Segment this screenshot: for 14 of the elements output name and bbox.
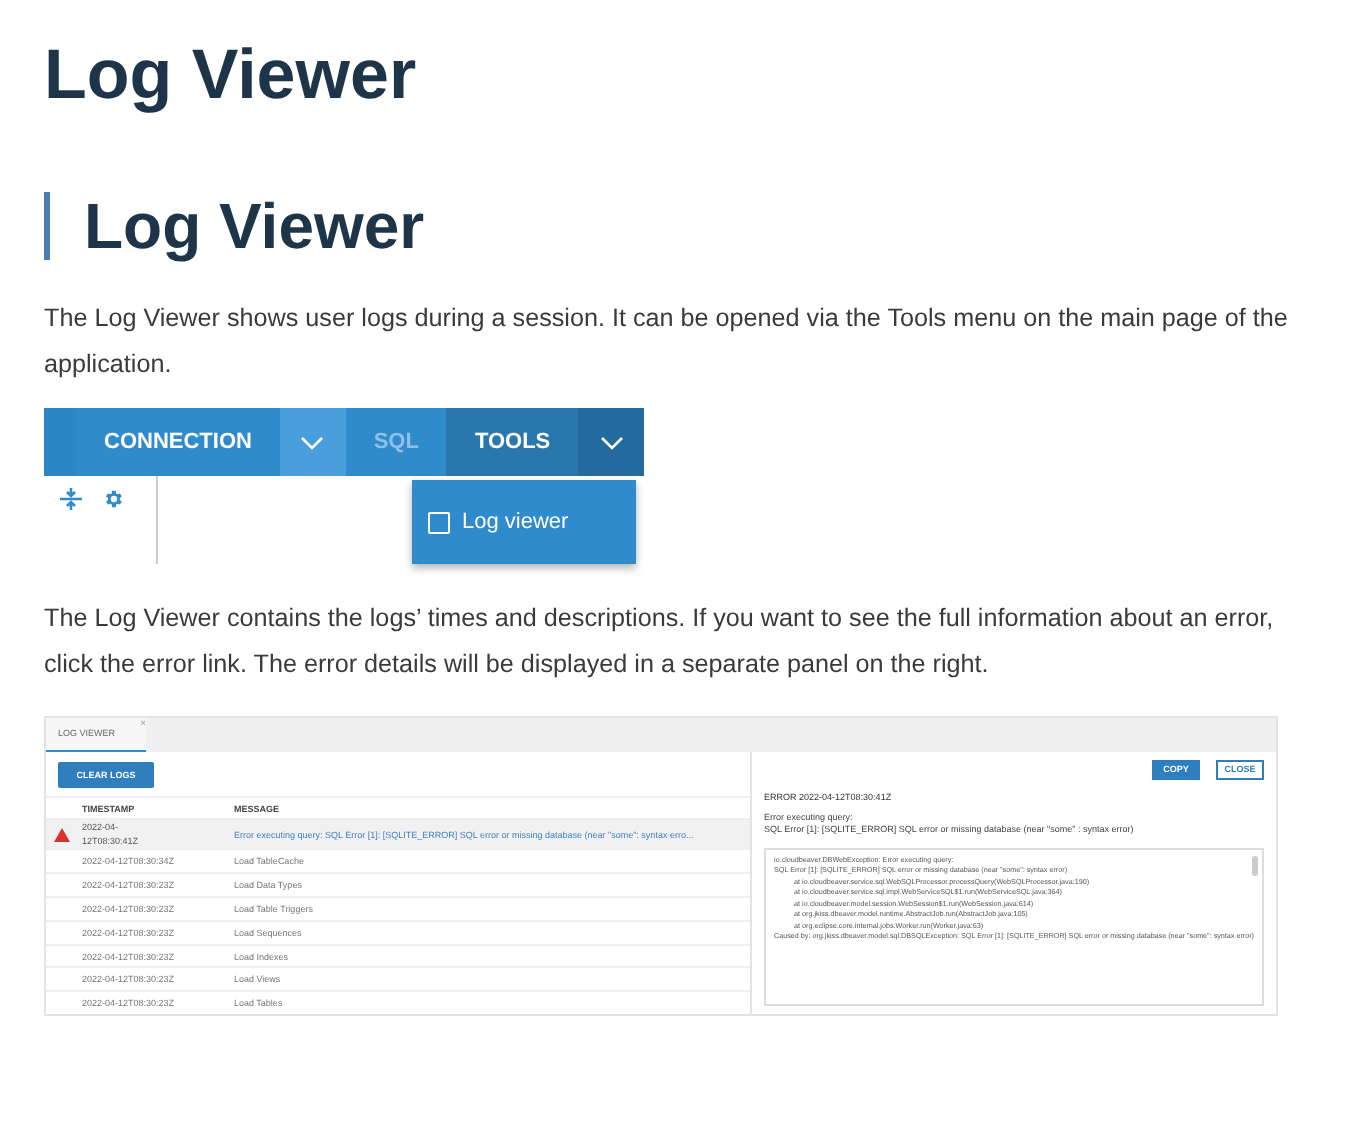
collapse-icon[interactable] <box>60 488 82 510</box>
checkbox[interactable] <box>428 511 450 533</box>
section-heading: Log Viewer <box>44 192 1290 260</box>
intro-paragraph: The Log Viewer shows user logs during a session. It can be opened via the Tools menu on the main page of the application. <box>44 302 1290 382</box>
settings-icon[interactable] <box>102 488 124 510</box>
chevron-down-icon <box>300 435 325 449</box>
page-title: Log Viewer <box>44 36 419 116</box>
menu-item-label[interactable]: Log viewer <box>462 510 569 534</box>
toolbar-tab[interactable]: CONNECTION <box>76 408 280 476</box>
details-paragraph: The Log Viewer contains the logs’ times and descriptions. If you want to see the full information about an error, click the error link. The error details will be displayed in a separate panel on the right. <box>44 602 1276 682</box>
dropdown-button[interactable] <box>578 408 644 476</box>
toolbar-tab[interactable]: TOOLS <box>446 408 579 476</box>
chevron-down-icon <box>599 435 624 449</box>
warning-icon <box>54 827 70 842</box>
